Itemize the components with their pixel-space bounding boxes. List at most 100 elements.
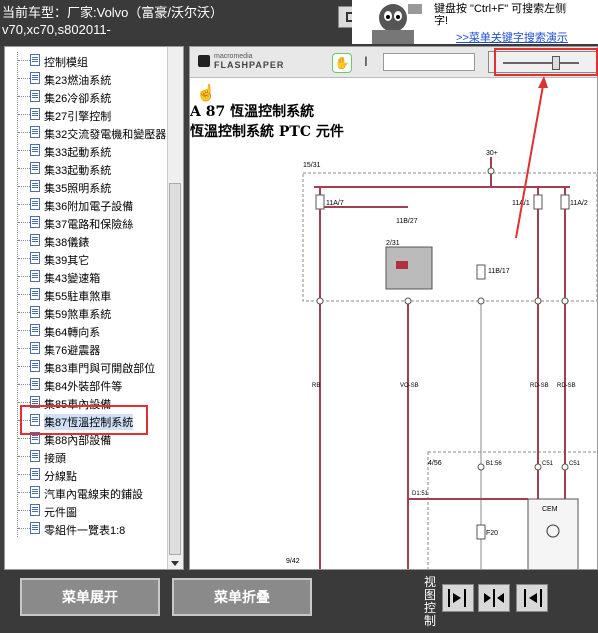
tree-branch [18,186,30,188]
document-icon [30,144,40,156]
document-icon [30,450,40,462]
document-icon [30,306,40,318]
tree-item[interactable]: 接頭 [5,448,175,465]
tree-item[interactable]: 集23燃油系統 [5,70,175,87]
tree-item[interactable]: 集33起動系統 [5,142,175,159]
tree-item[interactable]: 集35照明系統 [5,178,175,195]
tree-item-label: 控制模组 [44,57,88,69]
document-icon [30,324,40,336]
page-input[interactable] [383,53,475,71]
tree-item[interactable]: 零組件一覽表1:8 [5,520,175,537]
tree-item[interactable]: 集27引擎控制 [5,106,175,123]
document-icon [30,180,40,192]
label-4-56: 4/56 [428,460,442,467]
tree-item[interactable]: 控制模组 [5,52,175,69]
tree-item[interactable]: 分線點 [5,466,175,483]
document-icon [30,162,40,174]
title-bar: 当前车型：厂家:Volvo（富豪/沃尔沃） v70,xc70,s802011- … [0,0,598,46]
document-icon [30,54,40,66]
tree-item[interactable]: 集64轉向系 [5,322,175,339]
tree-item[interactable]: 集36附加電子設備 [5,196,175,213]
label-wire-2: VO-SB [400,383,419,389]
menu-tree: 控制模组 集23燃油系統 集26冷卻系統 集27引擎控制 集32交流發電機和變壓器 集33… [4,46,184,570]
split-icon [484,589,504,607]
document-icon [30,216,40,228]
tree-item[interactable]: 汽車內電線束的鋪設 [5,484,175,501]
tree-item[interactable]: 集38儀錶 [5,232,175,249]
tree-item-label: 汽車內電線束的鋪設 [44,489,143,501]
label-relay-3: 11B/17 [488,268,510,275]
document-icon [30,360,40,372]
search-tip-banner: 键盘按 "Ctrl+F" 可搜索左侧 字! >>菜单关键字搜索演示 [352,0,598,44]
label-fuse-1: 11A/7 [326,200,344,207]
label-conn-2: C51 [542,461,554,467]
tree-item-label: 集37電路和保險絲 [44,219,134,231]
document-icon [30,486,40,498]
banner-text-2: 字! [434,15,449,27]
view-expand-right-button[interactable] [442,584,474,612]
tree-branch [18,78,30,80]
tree-item[interactable]: 集32交流發電機和變壓器 [5,124,175,141]
view-split-button[interactable] [478,584,510,612]
tree-item-label: 集43變速箱 [44,273,101,285]
tree-item[interactable]: 集43變速箱 [5,268,175,285]
tree-branch [18,204,30,206]
label-30: 30+ [486,150,498,157]
tree-item[interactable]: 集83車門與可開啟部位 [5,358,175,375]
tree-item-label: 集35照明系統 [44,183,112,195]
tree-item-label: 集84外裝部件等 [44,381,123,393]
zoom-highlight-box [494,48,598,76]
tree-branch [18,150,30,152]
document-icon [30,504,40,516]
document-icon [30,468,40,480]
hand-icon: ✋ [334,56,350,70]
label-cem: CEM [542,506,558,513]
tree-item[interactable]: 元件圖 [5,502,175,519]
expand-menu-button[interactable]: 菜单展开 [20,578,160,616]
label-relay-2: 2/31 [386,240,400,247]
label-conn-3: C51 [569,461,581,467]
tree-branch [18,114,30,116]
label-f20: F20 [486,530,498,537]
tree-branch [18,402,30,404]
label-wire-4: RD-SB [557,383,576,389]
collapse-menu-button[interactable]: 菜单折叠 [172,578,312,616]
tree-item[interactable]: 集33起動系統 [5,160,175,177]
tree-branch [18,258,30,260]
text-select-icon[interactable]: I [364,53,368,69]
tree-branch [18,366,30,368]
hand-tool-button[interactable]: ✋ [332,53,352,73]
tree-item[interactable]: 集37電路和保險絲 [5,214,175,231]
tree-item-label: 零組件一覽表1:8 [44,525,126,537]
tree-item-label: 元件圖 [44,507,77,519]
tree-item[interactable]: 集76避震器 [5,340,175,357]
label-wire-1: RB [312,383,320,389]
tree-item[interactable]: 集59煞車系統 [5,304,175,321]
tree-branch [18,168,30,170]
document-subtitle: 恆溫控制系統 PTC 元件 [190,124,344,140]
tree-item[interactable]: 集55駐車煞車 [5,286,175,303]
scroll-down-icon[interactable] [171,561,179,566]
logo-top-text: macromedia [214,53,253,60]
tree-item-label: 集32交流發電機和變壓器 [44,129,167,141]
scroll-thumb[interactable] [169,183,181,555]
tree-branch [18,528,30,530]
document-icon [30,342,40,354]
tree-item-label: 集26冷卻系統 [44,93,112,105]
tree-item-label: 集27引擎控制 [44,111,112,123]
search-demo-link[interactable]: >>菜单关键字搜索演示 [456,29,568,45]
tree-item[interactable]: 集26冷卻系統 [5,88,175,105]
tree-scrollbar[interactable] [167,47,183,569]
label-15-31: 15/31 [303,162,321,169]
tree-item[interactable]: 集39其它 [5,250,175,267]
tree-branch [18,96,30,98]
view-expand-left-button[interactable] [516,584,548,612]
arrow-right-icon [448,589,466,607]
tree-branch [18,132,30,134]
fuse-box-outline [302,172,597,302]
label-conn-1: B1:56 [486,461,502,467]
bottom-toolbar: 菜单展开 菜单折叠 视图控制 [0,570,598,633]
tree-item[interactable]: 集84外裝部件等 [5,376,175,393]
tree-item-label: 分線點 [44,471,77,483]
tree-branch [18,474,30,476]
